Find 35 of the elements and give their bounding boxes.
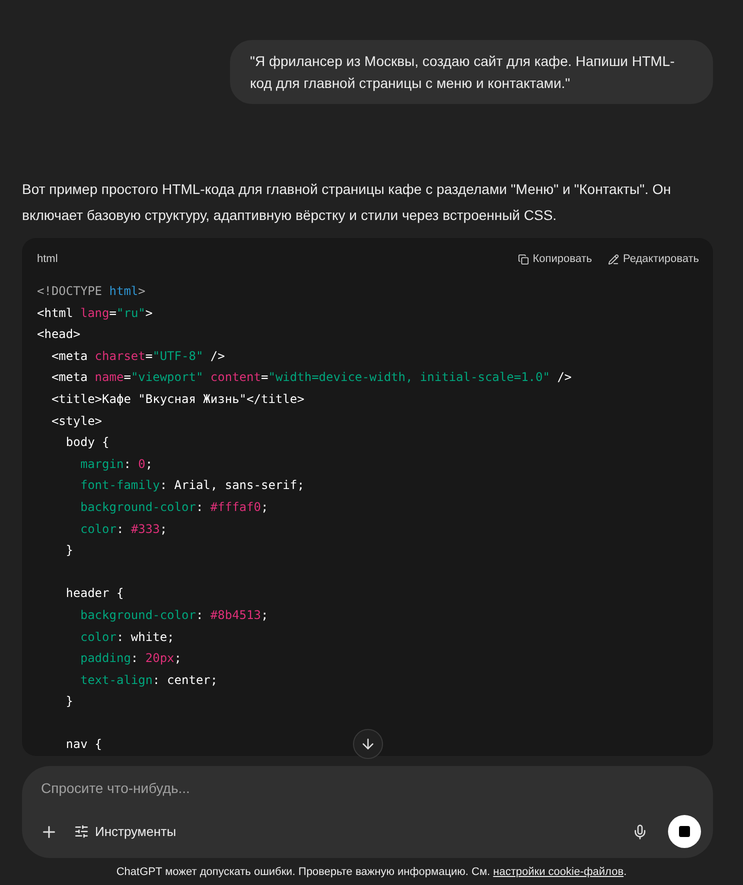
code-line: <html lang="ru"> [37,304,153,322]
code-line: } [64,693,74,710]
code-line: font-family: Arial, sans-serif; [79,477,304,494]
code-line: } [64,542,74,560]
stop-icon [679,826,690,837]
code-language: html [37,253,59,265]
code-line: body { [64,434,110,452]
code-line: color: white; [79,628,174,646]
code-line: background-color: #fffaf0; [79,498,268,516]
copy-icon [518,254,529,264]
code-line: <meta name="viewport" content="width=device-width, initial-scale=1.0" /> [50,369,572,386]
code-line: margin: 0; [79,456,153,473]
code-line: background-color: #8b4513; [79,606,268,624]
code-line: header { [64,585,124,602]
response-text: Вот пример простого HTML-кода для главной страницы кафе с разделами "Меню" и "Контакты". Он включает базовую структуру, адаптивную вёрстку и стили через встроенный CSS. [22,180,672,225]
code-line: color: #333; [79,520,168,538]
code-line: <title>Кафе "Вкусная Жизнь"</title> [50,390,304,408]
cookie-settings-link[interactable]: настройки cookie-файлов [493,866,624,878]
tools-button[interactable]: Инструменты [74,824,176,839]
code-line: nav { [64,736,102,754]
code-line: <style> [50,412,102,430]
code-line: <head> [37,326,80,344]
sliders-icon [74,824,89,839]
microphone-icon[interactable] [632,824,648,840]
code-line: text-align: center; [79,672,218,689]
code-line: padding: 20px; [79,650,182,668]
code-line: <meta charset="UTF-8" /> [50,348,225,365]
pencil-icon [608,254,619,264]
stop-button[interactable] [668,815,701,848]
code-line: <!DOCTYPE html> [37,283,146,300]
edit-button[interactable]: Редактировать [608,253,699,265]
user-message: "Я фрилансер из Москвы, создаю сайт для кафе. Напиши HTML-код для главной страницы с меню и контактами." [230,40,713,104]
disclaimer-text: ChatGPT может допускать ошибки. Проверьте важную информацию. См. настройки cookie-файлов. [115,866,628,878]
copy-button[interactable]: Копировать [518,253,592,265]
message-input[interactable]: Спросите что-нибудь... [40,780,701,796]
